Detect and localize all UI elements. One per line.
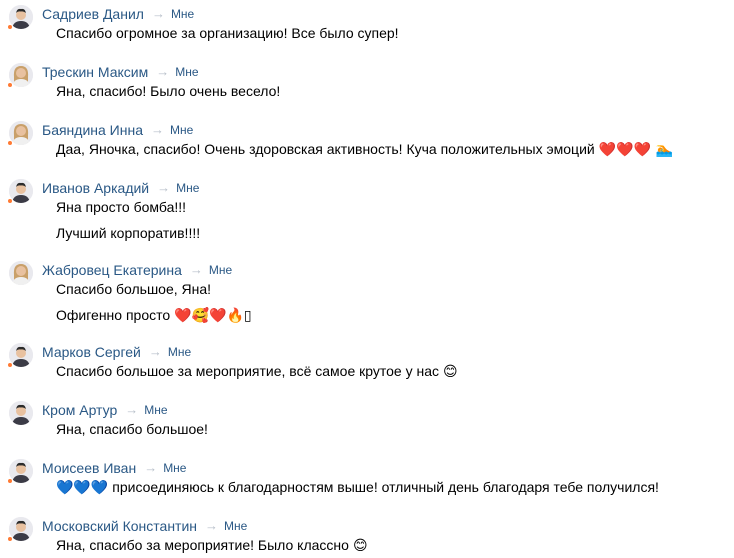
online-indicator xyxy=(7,362,13,368)
arrow-right-icon: → xyxy=(157,180,171,195)
emoji-icon: 💙💙💙 xyxy=(56,480,109,496)
arrow-right-icon: → xyxy=(156,64,170,79)
sender-name[interactable]: Трескин Максим xyxy=(42,64,148,80)
arrow-right-icon: → xyxy=(148,344,162,359)
message-text-content: Лучший корпоратив!!!! xyxy=(56,225,201,241)
message-text-content: Яна, спасибо за мероприятие! Было классн… xyxy=(56,537,349,553)
arrow-right-icon: → xyxy=(205,518,219,533)
sender-name[interactable]: Моисеев Иван xyxy=(42,460,136,476)
emoji-icon: ❤️❤️❤️ 🏊 xyxy=(598,142,673,158)
sender-name[interactable]: Марков Сергей xyxy=(42,344,141,360)
online-indicator xyxy=(7,478,13,484)
recipient-label[interactable]: Мне xyxy=(175,65,198,79)
message-text-content: Спасибо большое, Яна! xyxy=(56,281,212,297)
message-text: 💙💙💙 присоединяюсь к благодарностям выше! … xyxy=(56,477,659,497)
message-text: Лучший корпоратив!!!! xyxy=(56,223,200,243)
arrow-right-icon: → xyxy=(151,6,165,21)
online-indicator xyxy=(7,536,13,542)
message-text-content: Спасибо огромное за организацию! Все был… xyxy=(56,25,399,41)
message-text: Яна просто бомба!!! xyxy=(56,197,186,217)
online-indicator xyxy=(7,24,13,30)
message-text: Спасибо большое за мероприятие, всё само… xyxy=(56,361,458,381)
message-header: Трескин Максим → Мне xyxy=(42,63,199,81)
emoji-icon: 😊 xyxy=(352,538,368,554)
recipient-label[interactable]: Мне xyxy=(176,181,199,195)
message-text: Даа, Яночка, спасибо! Очень здоровская а… xyxy=(56,139,673,159)
sender-name[interactable]: Иванов Аркадий xyxy=(42,180,149,196)
online-indicator xyxy=(7,198,13,204)
message-header: Жабровец Екатерина → Мне xyxy=(42,261,232,279)
arrow-right-icon: → xyxy=(151,122,164,137)
message-header: Марков Сергей → Мне xyxy=(42,343,191,361)
message-text-content: Яна, спасибо большое! xyxy=(56,421,208,437)
arrow-right-icon: → xyxy=(144,460,158,475)
message-feed: Садриев Данил → Мне Спасибо огромное за орг… xyxy=(0,0,734,558)
recipient-label[interactable]: Мне xyxy=(224,519,247,533)
message-text-content: Офигенно просто xyxy=(56,307,171,323)
emoji-icon: 😊 xyxy=(443,364,458,380)
message-text-content: Яна, спасибо! Было очень весело! xyxy=(56,83,281,99)
message-text-content: присоединяюсь к благодарностям выше! отл… xyxy=(112,479,659,495)
message-text-content: Спасибо большое за мероприятие, всё само… xyxy=(56,363,439,379)
sender-name[interactable]: Баяндина Инна xyxy=(42,122,143,138)
message-text: Яна, спасибо большое! xyxy=(56,419,208,439)
recipient-label[interactable]: Мне xyxy=(209,263,232,277)
emoji-icon: ❤️🥰❤️🔥▯ xyxy=(174,308,252,324)
message-header: Кром Артур → Мне xyxy=(42,401,168,419)
arrow-right-icon: → xyxy=(189,262,203,277)
message-text: Яна, спасибо за мероприятие! Было классн… xyxy=(56,535,368,555)
message-header: Иванов Аркадий → Мне xyxy=(42,179,199,197)
message-header: Садриев Данил → Мне xyxy=(42,5,194,23)
female-avatar[interactable] xyxy=(9,261,33,285)
message-header: Баяндина Инна → Мне xyxy=(42,121,193,139)
recipient-label[interactable]: Мне xyxy=(163,461,186,475)
sender-name[interactable]: Садриев Данил xyxy=(42,6,144,22)
message-header: Московский Константин → Мне xyxy=(42,517,247,535)
message-text: Офигенно просто ❤️🥰❤️🔥▯ xyxy=(56,305,252,325)
recipient-label[interactable]: Мне xyxy=(168,345,191,359)
online-indicator xyxy=(7,140,13,146)
online-indicator xyxy=(7,82,13,88)
male-avatar[interactable] xyxy=(9,401,33,425)
message-text-content: Даа, Яночка, спасибо! Очень здоровская а… xyxy=(56,141,595,157)
recipient-label[interactable]: Мне xyxy=(144,403,167,417)
sender-name[interactable]: Жабровец Екатерина xyxy=(42,262,182,278)
arrow-right-icon: → xyxy=(125,402,139,417)
message-text: Яна, спасибо! Было очень весело! xyxy=(56,81,280,101)
message-text: Спасибо огромное за организацию! Все был… xyxy=(56,23,399,43)
message-text-content: Яна просто бомба!!! xyxy=(56,199,187,215)
sender-name[interactable]: Московский Константин xyxy=(42,518,197,534)
message-text: Спасибо большое, Яна! xyxy=(56,279,211,299)
recipient-label[interactable]: Мне xyxy=(171,7,194,21)
recipient-label[interactable]: Мне xyxy=(170,123,193,137)
sender-name[interactable]: Кром Артур xyxy=(42,402,117,418)
message-header: Моисеев Иван → Мне xyxy=(42,459,186,477)
